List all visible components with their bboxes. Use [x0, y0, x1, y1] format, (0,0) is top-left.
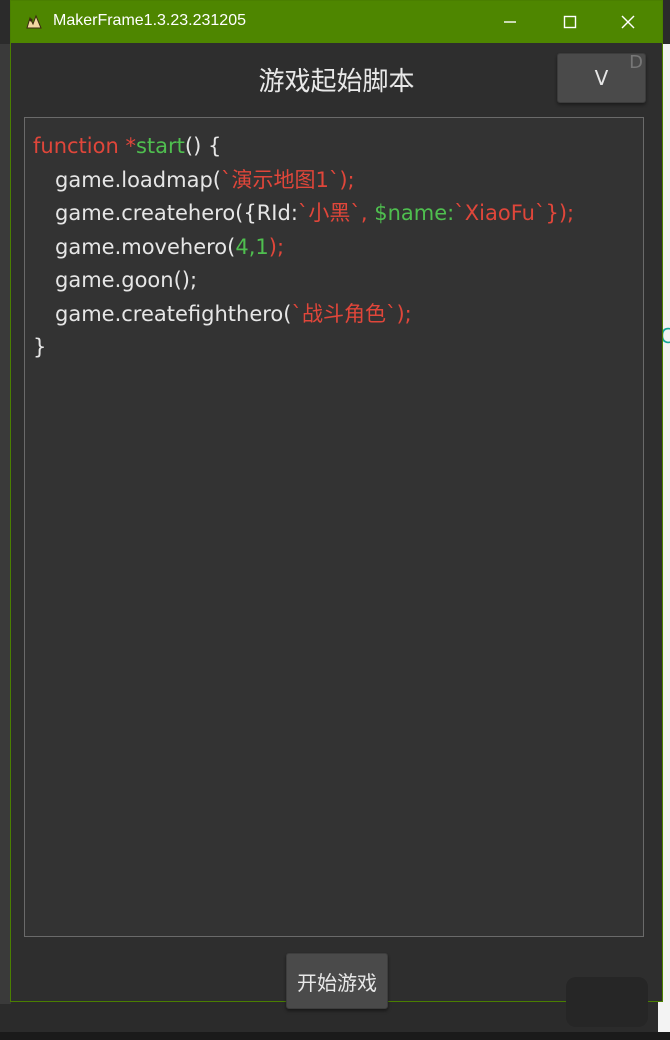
- code-text: ,: [360, 201, 375, 225]
- code-text: });: [545, 201, 575, 225]
- code-line-6: game.createfighthero(`战斗角色`);: [33, 298, 635, 332]
- background-taskbar-edge: [0, 1032, 670, 1040]
- code-number: 4,1: [235, 234, 269, 259]
- code-text: game.loadmap(: [55, 167, 221, 192]
- app-logo-icon: [24, 12, 44, 32]
- code-text: game.movehero(: [55, 234, 236, 259]
- code-line-5: game.goon();: [33, 264, 635, 298]
- code-string: `小黑`: [297, 201, 361, 225]
- overlay-ghost-panel: [566, 977, 648, 1027]
- close-button[interactable]: [599, 1, 657, 43]
- minimize-icon: [504, 21, 516, 23]
- code-keyword: function: [33, 134, 119, 158]
- code-text: }: [33, 335, 47, 359]
- code-text: game.createhero({RId:: [55, 201, 298, 225]
- code-text: () {: [184, 134, 222, 158]
- code-key: $name:: [374, 201, 455, 225]
- close-icon: [621, 15, 635, 29]
- window-title: MakerFrame1.3.23.231205: [53, 12, 246, 29]
- app-window: MakerFrame1.3.23.231205 游戏起始脚本 V D funct…: [10, 0, 663, 1009]
- maximize-button[interactable]: [541, 1, 599, 43]
- code-text: );: [339, 167, 355, 192]
- v-button[interactable]: V D: [557, 52, 646, 103]
- code-text: );: [268, 234, 285, 259]
- v-button-ghost-label: D: [629, 52, 643, 73]
- code-text: game.createfighthero(: [55, 301, 292, 326]
- v-button-label: V: [594, 66, 609, 90]
- code-function-name: start: [135, 134, 185, 158]
- script-editor[interactable]: function *start() { game.loadmap(`演示地图1`…: [24, 117, 644, 937]
- code-line-1: function *start() {: [33, 130, 635, 164]
- code-string: `战斗角色`: [291, 301, 397, 326]
- start-game-button[interactable]: 开始游戏: [286, 953, 388, 1009]
- code-line-3: game.createhero({RId:`小黑`, $name:`XiaoFu…: [33, 197, 635, 231]
- minimize-button[interactable]: [481, 1, 539, 43]
- code-line-2: game.loadmap(`演示地图1`);: [33, 164, 635, 198]
- code-line-7: }: [33, 331, 635, 365]
- code-line-4: game.movehero(4,1);: [33, 231, 635, 265]
- title-bar[interactable]: MakerFrame1.3.23.231205: [11, 1, 662, 43]
- code-text: game.goon();: [55, 268, 198, 292]
- code-string: `XiaoFu`: [454, 201, 546, 225]
- code-string: `演示地图1`: [220, 167, 340, 192]
- code-generator-star: *: [118, 134, 136, 158]
- maximize-icon: [563, 15, 577, 29]
- code-text: );: [396, 301, 412, 326]
